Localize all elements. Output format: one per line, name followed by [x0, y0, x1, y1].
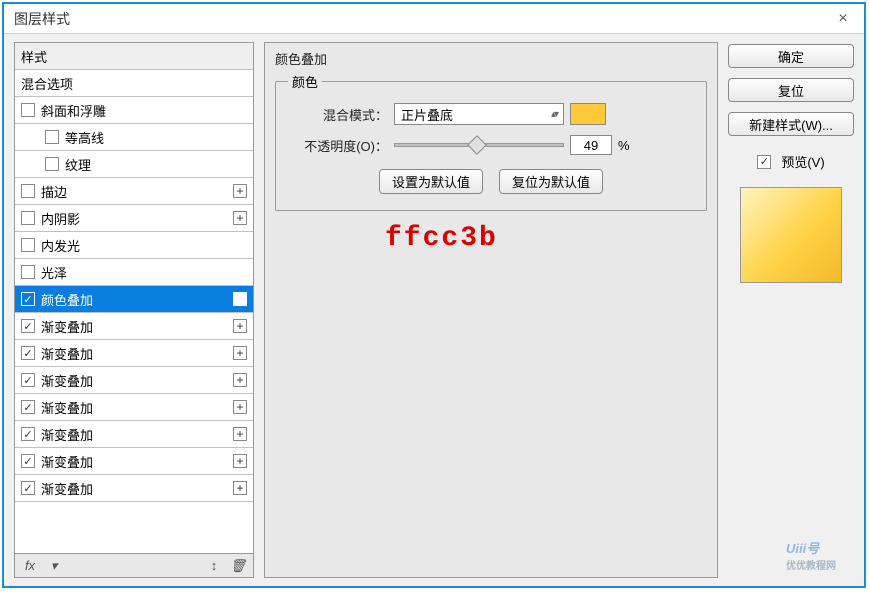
watermark: Uiii号 优优教程网 [786, 538, 836, 572]
close-icon[interactable]: × [828, 10, 858, 28]
style-checkbox[interactable] [21, 346, 35, 360]
style-label: 内发光 [41, 236, 247, 255]
style-label: 渐变叠加 [41, 344, 233, 363]
style-label: 渐变叠加 [41, 452, 233, 471]
action-panel: 确定 复位 新建样式(W)... 预览(V) [728, 42, 854, 578]
color-code-annotation: ffcc3b [385, 223, 498, 254]
style-checkbox[interactable] [21, 292, 35, 306]
style-checkbox[interactable] [21, 373, 35, 387]
chevron-down-icon[interactable]: ▾ [45, 558, 63, 574]
add-effect-icon[interactable]: + [233, 211, 247, 225]
style-label: 光泽 [41, 263, 247, 282]
style-checkbox[interactable] [21, 103, 35, 117]
style-row[interactable]: 渐变叠加+ [15, 448, 253, 475]
set-default-button[interactable]: 设置为默认值 [379, 169, 483, 194]
add-effect-icon[interactable]: + [233, 427, 247, 441]
style-row[interactable]: 纹理 [15, 151, 253, 178]
style-label: 渐变叠加 [41, 479, 233, 498]
blend-mode-label: 混合模式： [288, 105, 388, 124]
style-checkbox[interactable] [21, 238, 35, 252]
style-label: 渐变叠加 [41, 371, 233, 390]
add-effect-icon[interactable]: + [233, 400, 247, 414]
opacity-input[interactable] [570, 135, 612, 155]
style-checkbox[interactable] [21, 427, 35, 441]
select-arrows-icon: ▴▾ [551, 109, 557, 120]
blend-mode-value: 正片叠底 [401, 105, 453, 124]
style-row[interactable]: 渐变叠加+ [15, 313, 253, 340]
style-row[interactable]: 斜面和浮雕 [15, 97, 253, 124]
style-row[interactable]: 渐变叠加+ [15, 475, 253, 502]
cancel-button[interactable]: 复位 [728, 78, 854, 102]
reset-default-button[interactable]: 复位为默认值 [499, 169, 603, 194]
preview-label: 预览(V) [781, 152, 824, 171]
new-style-button[interactable]: 新建样式(W)... [728, 112, 854, 136]
style-row[interactable]: 渐变叠加+ [15, 367, 253, 394]
blend-mode-select[interactable]: 正片叠底 ▴▾ [394, 103, 564, 125]
add-effect-icon[interactable]: + [233, 481, 247, 495]
style-checkbox[interactable] [21, 400, 35, 414]
style-checkbox[interactable] [21, 265, 35, 279]
styles-header-label: 样式 [21, 47, 247, 66]
style-row[interactable]: 光泽 [15, 259, 253, 286]
style-row[interactable]: 渐变叠加+ [15, 421, 253, 448]
style-label: 颜色叠加 [41, 290, 233, 309]
styles-panel: 样式混合选项斜面和浮雕等高线纹理描边+内阴影+内发光光泽颜色叠加+渐变叠加+渐变… [14, 42, 254, 578]
trash-icon[interactable]: 🗑 [229, 558, 247, 574]
opacity-unit: % [618, 138, 630, 153]
style-checkbox[interactable] [21, 454, 35, 468]
reorder-icon[interactable]: ↕ [205, 558, 223, 573]
style-label: 内阴影 [41, 209, 233, 228]
style-row[interactable]: 颜色叠加+ [15, 286, 253, 313]
style-row[interactable]: 内阴影+ [15, 205, 253, 232]
style-row[interactable]: 描边+ [15, 178, 253, 205]
options-panel: 颜色叠加 颜色 混合模式： 正片叠底 ▴▾ 不透明度(O)： [264, 42, 718, 578]
style-label: 等高线 [65, 128, 247, 147]
style-row[interactable]: 内发光 [15, 232, 253, 259]
ok-button[interactable]: 确定 [728, 44, 854, 68]
add-effect-icon[interactable]: + [233, 292, 247, 306]
style-row[interactable]: 等高线 [15, 124, 253, 151]
style-checkbox[interactable] [21, 481, 35, 495]
add-effect-icon[interactable]: + [233, 319, 247, 333]
style-label: 渐变叠加 [41, 398, 233, 417]
style-label: 渐变叠加 [41, 425, 233, 444]
style-label: 渐变叠加 [41, 317, 233, 336]
preview-swatch [740, 187, 842, 283]
style-checkbox[interactable] [21, 184, 35, 198]
styles-toolbar: fx ▾ ↕ 🗑 [14, 554, 254, 578]
window-title: 图层样式 [14, 9, 828, 29]
style-label: 混合选项 [21, 74, 247, 93]
style-label: 斜面和浮雕 [41, 101, 247, 120]
style-checkbox[interactable] [45, 157, 59, 171]
preview-checkbox[interactable] [757, 155, 771, 169]
add-effect-icon[interactable]: + [233, 454, 247, 468]
section-title: 颜色叠加 [275, 49, 707, 68]
color-swatch[interactable] [570, 103, 606, 125]
style-row[interactable]: 混合选项 [15, 70, 253, 97]
style-label: 纹理 [65, 155, 247, 174]
add-effect-icon[interactable]: + [233, 373, 247, 387]
style-label: 描边 [41, 182, 233, 201]
add-effect-icon[interactable]: + [233, 346, 247, 360]
add-effect-icon[interactable]: + [233, 184, 247, 198]
opacity-slider[interactable] [394, 143, 564, 147]
style-row[interactable]: 渐变叠加+ [15, 394, 253, 421]
fx-icon[interactable]: fx [21, 558, 39, 573]
styles-header[interactable]: 样式 [15, 43, 253, 70]
slider-thumb[interactable] [467, 135, 487, 155]
style-checkbox[interactable] [21, 211, 35, 225]
style-checkbox[interactable] [21, 319, 35, 333]
style-checkbox[interactable] [45, 130, 59, 144]
opacity-label: 不透明度(O)： [288, 136, 388, 155]
group-legend: 颜色 [288, 72, 322, 91]
styles-list[interactable]: 样式混合选项斜面和浮雕等高线纹理描边+内阴影+内发光光泽颜色叠加+渐变叠加+渐变… [14, 42, 254, 554]
style-row[interactable]: 渐变叠加+ [15, 340, 253, 367]
